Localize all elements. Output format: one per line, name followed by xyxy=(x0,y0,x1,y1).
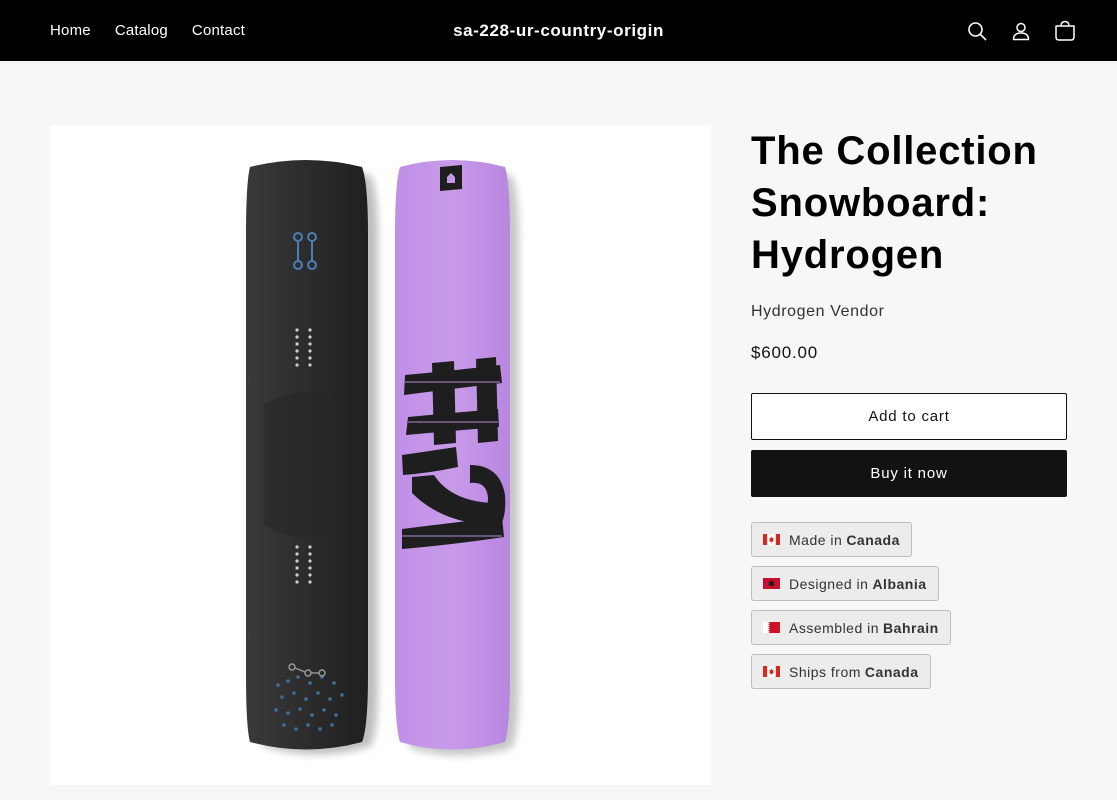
country-origin-list: Made in Canada Designed in Albania Assem… xyxy=(751,522,1067,698)
origin-country: Canada xyxy=(864,663,919,680)
search-icon[interactable] xyxy=(965,19,989,43)
product-price: $600.00 xyxy=(751,343,819,362)
add-to-cart-button[interactable]: Add to cart xyxy=(751,393,1067,440)
nav-home-link[interactable]: Home xyxy=(50,22,91,39)
nav-catalog-link[interactable]: Catalog xyxy=(115,22,168,39)
product-image[interactable] xyxy=(50,125,711,785)
origin-label: Assembled in xyxy=(789,619,880,636)
product-vendor: Hydrogen Vendor xyxy=(751,303,885,320)
store-name-link[interactable]: sa-228-ur-country-origin xyxy=(453,21,664,40)
origin-label: Designed in xyxy=(789,575,869,592)
origin-country: Bahrain xyxy=(883,619,939,636)
origin-badge-designed-in: Designed in Albania xyxy=(751,566,939,601)
origin-label: Ships from xyxy=(789,663,861,680)
buy-it-now-button[interactable]: Buy it now xyxy=(751,450,1067,497)
canada-flag-icon xyxy=(763,666,780,677)
origin-label: Made in xyxy=(789,531,843,548)
cart-icon[interactable] xyxy=(1053,19,1077,43)
origin-badge-assembled-in: Assembled in Bahrain xyxy=(751,610,951,645)
albania-flag-icon xyxy=(763,578,780,589)
bahrain-flag-icon xyxy=(763,622,780,633)
origin-country: Albania xyxy=(872,575,927,592)
origin-badge-made-in: Made in Canada xyxy=(751,522,912,557)
canada-flag-icon xyxy=(763,534,780,545)
purple-snowboard xyxy=(395,160,519,756)
product-title: The Collection Snowboard: Hydrogen xyxy=(751,129,1038,277)
origin-badge-ships-from: Ships from Canada xyxy=(751,654,931,689)
nav-contact-link[interactable]: Contact xyxy=(192,22,245,39)
black-snowboard xyxy=(246,160,378,755)
main-nav: Home Catalog Contact xyxy=(50,0,269,61)
origin-country: Canada xyxy=(846,531,900,548)
account-icon[interactable] xyxy=(1009,19,1033,43)
site-header: Home Catalog Contact sa-228-ur-country-o… xyxy=(0,0,1117,61)
